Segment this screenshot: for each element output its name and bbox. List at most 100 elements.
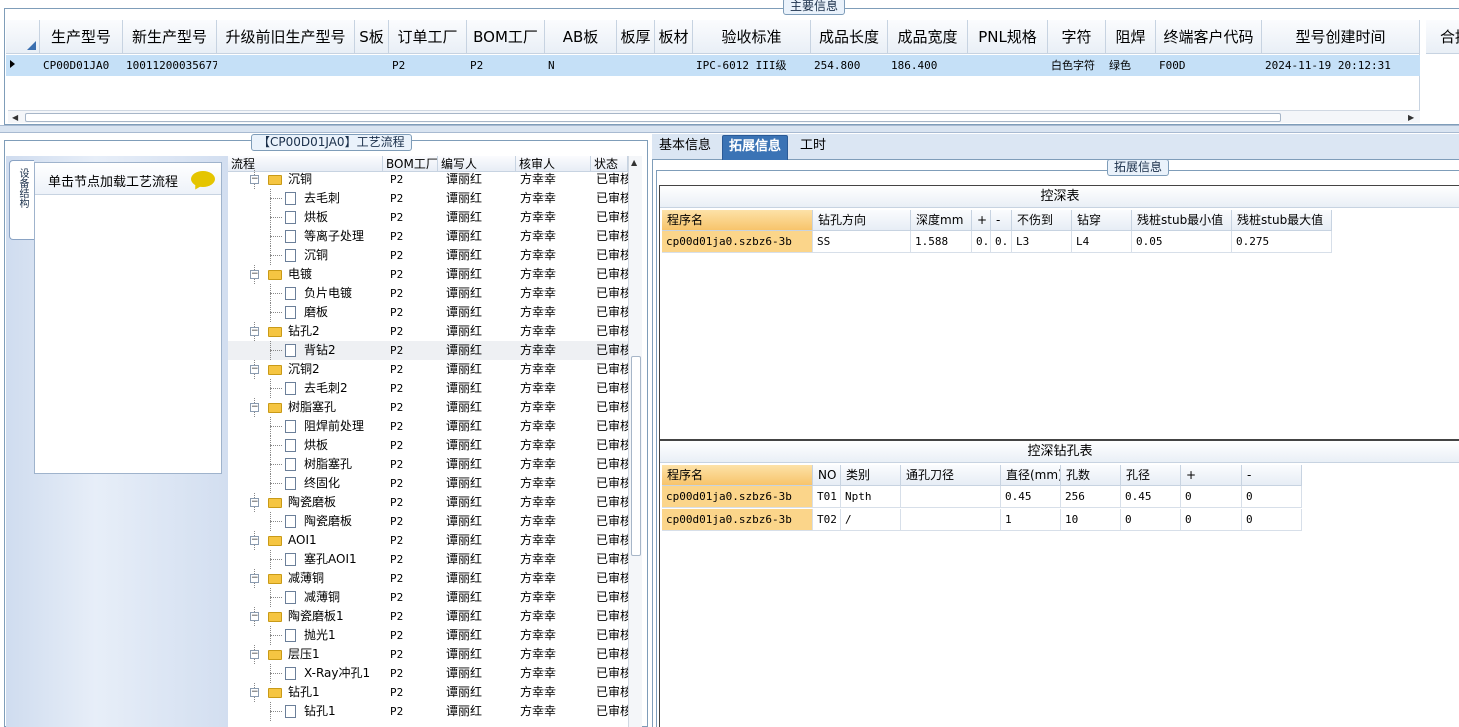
tree-row[interactable]: 去毛刺 P2 谭丽红 方幸幸 已审核 bbox=[228, 189, 628, 208]
tree-row[interactable]: − AOI1 P2 谭丽红 方幸幸 已审核 bbox=[228, 531, 628, 550]
tree-row[interactable]: − 树脂塞孔 P2 谭丽红 方幸幸 已审核 bbox=[228, 398, 628, 417]
cell[interactable]: 白色字符 bbox=[1048, 55, 1106, 76]
col-header[interactable]: 板厚 bbox=[617, 20, 655, 54]
cell[interactable]: 0 bbox=[1242, 486, 1302, 508]
col-header[interactable]: 字符 bbox=[1048, 20, 1106, 54]
cell[interactable]: N bbox=[545, 55, 617, 76]
cell[interactable]: 0 bbox=[1242, 509, 1302, 531]
col-header[interactable]: 终端客户代码 bbox=[1156, 20, 1262, 54]
collapse-icon[interactable]: − bbox=[250, 612, 259, 621]
col-header[interactable]: 合拼 bbox=[1426, 20, 1459, 54]
col-header[interactable]: 阻焊 bbox=[1106, 20, 1156, 54]
collapse-icon[interactable]: − bbox=[250, 688, 259, 697]
cell[interactable]: cp00d01ja0.szbz6-3b bbox=[662, 509, 813, 531]
col-header[interactable]: 验收标准 bbox=[693, 20, 811, 54]
cell[interactable]: 10 bbox=[1061, 509, 1121, 531]
cell[interactable]: cp00d01ja0.szbz6-3b bbox=[662, 486, 813, 508]
tree-row[interactable]: 减薄铜 P2 谭丽红 方幸幸 已审核 bbox=[228, 588, 628, 607]
collapse-icon[interactable]: − bbox=[250, 536, 259, 545]
collapse-icon[interactable]: − bbox=[250, 365, 259, 374]
cell[interactable]: 256 bbox=[1061, 486, 1121, 508]
cell[interactable]: 0 bbox=[1181, 509, 1242, 531]
process-tree-grid[interactable]: 流程 BOM工厂 编写人 核审人 状态 − 沉铜 P2 谭丽红 方幸幸 已审核 去毛刺 P2 谭丽红 方幸幸… bbox=[228, 156, 628, 727]
cell[interactable]: 0.45 bbox=[1001, 486, 1061, 508]
tree-row[interactable]: 负片电镀 P2 谭丽红 方幸幸 已审核 bbox=[228, 284, 628, 303]
col-header[interactable]: PNL规格 bbox=[968, 20, 1048, 54]
tree-row[interactable]: X-Ray冲孔1 P2 谭丽红 方幸幸 已审核 bbox=[228, 664, 628, 683]
collapse-icon[interactable]: − bbox=[250, 175, 259, 184]
col-header[interactable]: - bbox=[1242, 465, 1302, 486]
cell[interactable]: cp00d01ja0.szbz6-3b bbox=[662, 231, 813, 253]
cell[interactable]: 0.275 bbox=[1232, 231, 1332, 253]
cell[interactable] bbox=[901, 486, 1001, 508]
cell[interactable]: T01 bbox=[813, 486, 841, 508]
tree-row[interactable]: − 陶瓷磨板1 P2 谭丽红 方幸幸 已审核 bbox=[228, 607, 628, 626]
process-vscrollbar[interactable]: ▲ bbox=[628, 156, 642, 727]
tree-row[interactable]: 沉铜 P2 谭丽红 方幸幸 已审核 bbox=[228, 246, 628, 265]
col-header[interactable]: 残桩stub最大值 bbox=[1232, 210, 1332, 231]
cell[interactable]: 10011200035677 bbox=[123, 55, 217, 76]
tree-row[interactable]: 烘板 P2 谭丽红 方幸幸 已审核 bbox=[228, 208, 628, 227]
cell[interactable]: 1 bbox=[1001, 509, 1061, 531]
cell[interactable]: 绿色 bbox=[1106, 55, 1156, 76]
tree-row[interactable]: 塞孔AOI1 P2 谭丽红 方幸幸 已审核 bbox=[228, 550, 628, 569]
cell[interactable]: P2 bbox=[467, 55, 545, 76]
col-header[interactable]: 残桩stub最小值 bbox=[1132, 210, 1232, 231]
collapse-icon[interactable]: − bbox=[250, 574, 259, 583]
tree-row[interactable]: − 沉铜2 P2 谭丽红 方幸幸 已审核 bbox=[228, 360, 628, 379]
col-header[interactable]: 型号创建时间 bbox=[1262, 20, 1420, 54]
tree-row[interactable]: 等离子处理 P2 谭丽红 方幸幸 已审核 bbox=[228, 227, 628, 246]
tree-row[interactable]: 磨板 P2 谭丽红 方幸幸 已审核 bbox=[228, 303, 628, 322]
collapse-icon[interactable]: − bbox=[250, 650, 259, 659]
col-header[interactable]: 成品长度 bbox=[811, 20, 888, 54]
col-header[interactable]: AB板 bbox=[545, 20, 617, 54]
collapse-icon[interactable]: − bbox=[250, 270, 259, 279]
col-header[interactable]: 钻孔方向 bbox=[813, 210, 911, 231]
cell[interactable]: 0 bbox=[1121, 509, 1181, 531]
collapse-icon[interactable]: − bbox=[250, 403, 259, 412]
col-header[interactable]: 钻穿 bbox=[1072, 210, 1132, 231]
col-header[interactable]: 孔数 bbox=[1061, 465, 1121, 486]
tree-row[interactable]: − 陶瓷磨板 P2 谭丽红 方幸幸 已审核 bbox=[228, 493, 628, 512]
tab-extended-info[interactable]: 拓展信息 bbox=[722, 135, 789, 160]
col-header[interactable]: 直径(mm) bbox=[1001, 465, 1061, 486]
tree-row[interactable]: 去毛刺2 P2 谭丽红 方幸幸 已审核 bbox=[228, 379, 628, 398]
cell[interactable]: 2024-11-19 20:12:31 bbox=[1262, 55, 1420, 76]
col-header[interactable]: NO bbox=[813, 465, 841, 486]
tree-row[interactable]: 阻焊前处理 P2 谭丽红 方幸幸 已审核 bbox=[228, 417, 628, 436]
tree-row[interactable]: 终固化 P2 谭丽红 方幸幸 已审核 bbox=[228, 474, 628, 493]
cell[interactable]: 0. bbox=[972, 231, 991, 253]
col-header[interactable]: 成品宽度 bbox=[888, 20, 968, 54]
collapse-icon[interactable]: − bbox=[250, 327, 259, 336]
tree-row[interactable]: − 钻孔1 P2 谭丽红 方幸幸 已审核 bbox=[228, 683, 628, 702]
cell[interactable]: IPC-6012 III级 bbox=[693, 55, 811, 76]
tree-row[interactable]: 陶瓷磨板 P2 谭丽红 方幸幸 已审核 bbox=[228, 512, 628, 531]
scroll-left-icon[interactable]: ◀ bbox=[12, 113, 18, 122]
tree-row[interactable]: 背钻2 P2 谭丽红 方幸幸 已审核 bbox=[228, 341, 628, 360]
tree-row[interactable]: 树脂塞孔 P2 谭丽红 方幸幸 已审核 bbox=[228, 455, 628, 474]
tree-row[interactable]: − 钻孔2 P2 谭丽红 方幸幸 已审核 bbox=[228, 322, 628, 341]
cell[interactable]: SS bbox=[813, 231, 911, 253]
vscroll-thumb[interactable] bbox=[631, 356, 641, 556]
cell[interactable]: Npth bbox=[841, 486, 901, 508]
col-header[interactable]: 程序名 bbox=[662, 210, 813, 231]
cell[interactable]: 254.800 bbox=[811, 55, 888, 76]
col-header[interactable]: 新生产型号 bbox=[123, 20, 217, 54]
scroll-right-icon[interactable]: ▶ bbox=[1408, 113, 1414, 122]
collapse-icon[interactable]: − bbox=[250, 498, 259, 507]
grid-corner[interactable] bbox=[6, 20, 40, 54]
cell[interactable] bbox=[355, 55, 389, 76]
main-info-grid[interactable]: 生产型号 新生产型号 升级前旧生产型号 S板 订单工厂 BOM工厂 AB板 板厚 板材 验收标准成… bbox=[6, 20, 1459, 122]
cell[interactable] bbox=[968, 55, 1048, 76]
cell[interactable]: 0 bbox=[1181, 486, 1242, 508]
cell[interactable]: 1.588 bbox=[911, 231, 972, 253]
cell[interactable]: 0.45 bbox=[1121, 486, 1181, 508]
col-header[interactable]: 程序名 bbox=[662, 465, 813, 486]
col-header[interactable]: S板 bbox=[355, 20, 389, 54]
tab-work-hours[interactable]: 工时 bbox=[794, 135, 832, 160]
cell[interactable]: L4 bbox=[1072, 231, 1132, 253]
cell[interactable]: / bbox=[841, 509, 901, 531]
tree-row[interactable]: − 电镀 P2 谭丽红 方幸幸 已审核 bbox=[228, 265, 628, 284]
col-header[interactable]: BOM工厂 bbox=[467, 20, 545, 54]
col-header[interactable]: - bbox=[991, 210, 1012, 231]
